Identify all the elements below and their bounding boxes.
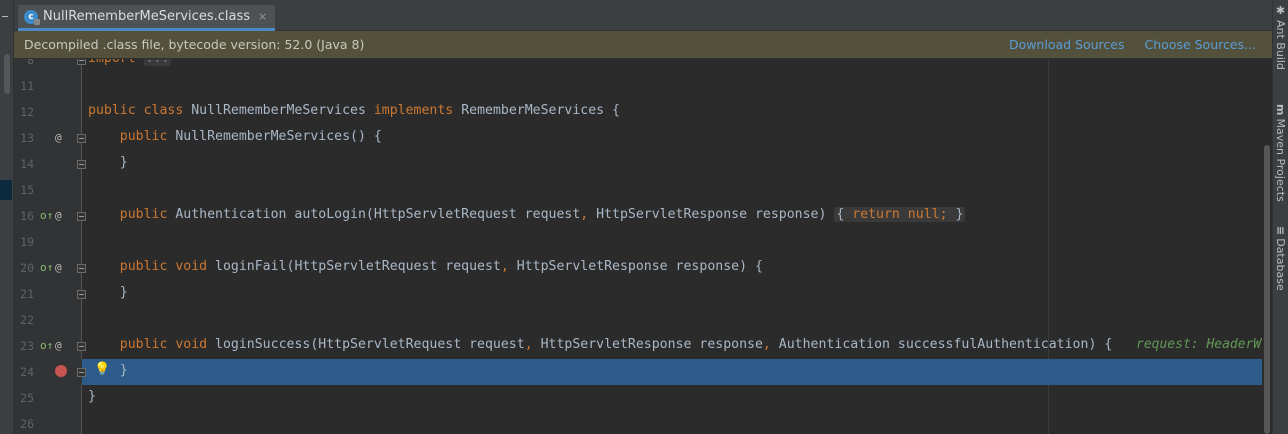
- line-number: 16: [20, 209, 34, 223]
- line-number: 15: [20, 183, 34, 197]
- code-text: public NullRememberMeServices() {: [119, 129, 382, 144]
- code-text: public Authentication autoLogin(HttpServ…: [119, 207, 966, 222]
- code-text: public void loginFail(HttpServletRequest…: [119, 259, 763, 274]
- code-line[interactable]: 19: [14, 229, 1272, 255]
- scrollbar-thumb[interactable]: [1264, 145, 1270, 434]
- maven-projects-label: Maven Projects: [1274, 118, 1287, 202]
- code-line[interactable]: 14 }: [14, 151, 1272, 177]
- caret-line[interactable]: 24 💡 }: [14, 359, 1272, 385]
- banner-text: Decompiled .class file, bytecode version…: [24, 37, 365, 52]
- left-selection-marker: [0, 180, 12, 200]
- ant-build-label: Ant Build: [1274, 20, 1287, 70]
- inline-debug-hint: request: HeaderWr: [1136, 337, 1270, 352]
- editor-scrollbar[interactable]: [1262, 59, 1272, 434]
- editor-tab-bar: c NullRememberMeServices.class ×: [14, 0, 1272, 31]
- line-number: 14: [20, 157, 34, 171]
- line-number: 19: [20, 235, 34, 249]
- implements-method-icon[interactable]: o↑: [40, 209, 53, 222]
- tab-label: NullRememberMeServices.class: [43, 9, 250, 24]
- implements-method-icon[interactable]: o↑: [40, 261, 53, 274]
- code-line[interactable]: 25 }: [14, 385, 1272, 411]
- download-sources-link[interactable]: Download Sources: [1009, 37, 1125, 52]
- code-editor[interactable]: 8 import ... 11 12 public class NullReme…: [14, 59, 1272, 434]
- code-line[interactable]: 16 o↑ @ public Authentication autoLogin(…: [14, 203, 1272, 229]
- code-line[interactable]: 15: [14, 177, 1272, 203]
- fold-toggle-icon[interactable]: [77, 264, 86, 273]
- line-number: 21: [20, 287, 34, 301]
- choose-sources-link[interactable]: Choose Sources...: [1145, 37, 1257, 52]
- database-icon: ≡: [1274, 226, 1287, 236]
- maven-projects-tool[interactable]: m Maven Projects: [1274, 104, 1287, 202]
- code-line[interactable]: 23 o↑ @ public void loginSuccess(HttpSer…: [14, 333, 1272, 359]
- ant-icon: ✱: [1274, 4, 1287, 17]
- decompiled-banner: Decompiled .class file, bytecode version…: [14, 31, 1272, 59]
- right-tool-strip: ✱ Ant Build m Maven Projects ≡ Database: [1272, 0, 1288, 434]
- fold-toggle-icon[interactable]: [77, 59, 86, 65]
- line-number: 25: [20, 391, 34, 405]
- fold-toggle-icon[interactable]: [77, 160, 86, 169]
- code-line[interactable]: 26: [14, 411, 1272, 434]
- annotation-icon[interactable]: @: [55, 131, 62, 144]
- close-icon[interactable]: ×: [258, 10, 267, 23]
- code-text: }: [88, 389, 96, 404]
- code-text: public void loginSuccess(HttpServletRequ…: [119, 337, 1113, 352]
- annotation-icon[interactable]: @: [55, 339, 62, 352]
- line-number: 8: [27, 59, 34, 67]
- database-label: Database: [1274, 238, 1287, 291]
- implements-method-icon[interactable]: o↑: [40, 339, 53, 352]
- code-text: public class NullRememberMeServices impl…: [88, 103, 620, 118]
- code-line[interactable]: 20 o↑ @ public void loginFail(HttpServle…: [14, 255, 1272, 281]
- line-number: 20: [20, 261, 34, 275]
- line-number: 13: [20, 131, 34, 145]
- left-scroll-thumb[interactable]: [4, 54, 10, 94]
- line-number: 24: [20, 365, 34, 379]
- fold-toggle-icon[interactable]: [77, 134, 86, 143]
- code-line[interactable]: 11: [14, 73, 1272, 99]
- line-number: 22: [20, 313, 34, 327]
- database-tool[interactable]: ≡ Database: [1274, 226, 1287, 291]
- code-line[interactable]: 8 import ...: [14, 59, 1272, 73]
- code-line[interactable]: 22: [14, 307, 1272, 333]
- class-file-icon: c: [24, 9, 40, 25]
- code-text: import ...: [88, 59, 172, 66]
- line-number: 12: [20, 105, 34, 119]
- code-line[interactable]: 13 @ public NullRememberMeServices() {: [14, 125, 1272, 151]
- fold-toggle-icon[interactable]: [77, 368, 86, 377]
- maven-icon: m: [1274, 104, 1287, 116]
- line-number: 26: [20, 417, 34, 431]
- code-text: }: [88, 155, 128, 170]
- annotation-icon[interactable]: @: [55, 209, 62, 222]
- code-line[interactable]: 12 public class NullRememberMeServices i…: [14, 99, 1272, 125]
- code-text: }: [88, 363, 128, 378]
- code-text: }: [88, 285, 128, 300]
- line-number: 11: [20, 79, 34, 93]
- tab-null-remember-me-services[interactable]: c NullRememberMeServices.class ×: [18, 5, 276, 31]
- breakpoint-icon[interactable]: [55, 365, 67, 377]
- annotation-icon[interactable]: @: [55, 261, 62, 274]
- ant-build-tool[interactable]: ✱ Ant Build: [1274, 4, 1287, 70]
- collapse-mark[interactable]: [2, 16, 8, 17]
- fold-toggle-icon[interactable]: [77, 342, 86, 351]
- line-number: 23: [20, 339, 34, 353]
- code-line[interactable]: 21 }: [14, 281, 1272, 307]
- fold-toggle-icon[interactable]: [77, 212, 86, 221]
- left-tool-strip: [0, 0, 14, 434]
- fold-toggle-icon[interactable]: [77, 290, 86, 299]
